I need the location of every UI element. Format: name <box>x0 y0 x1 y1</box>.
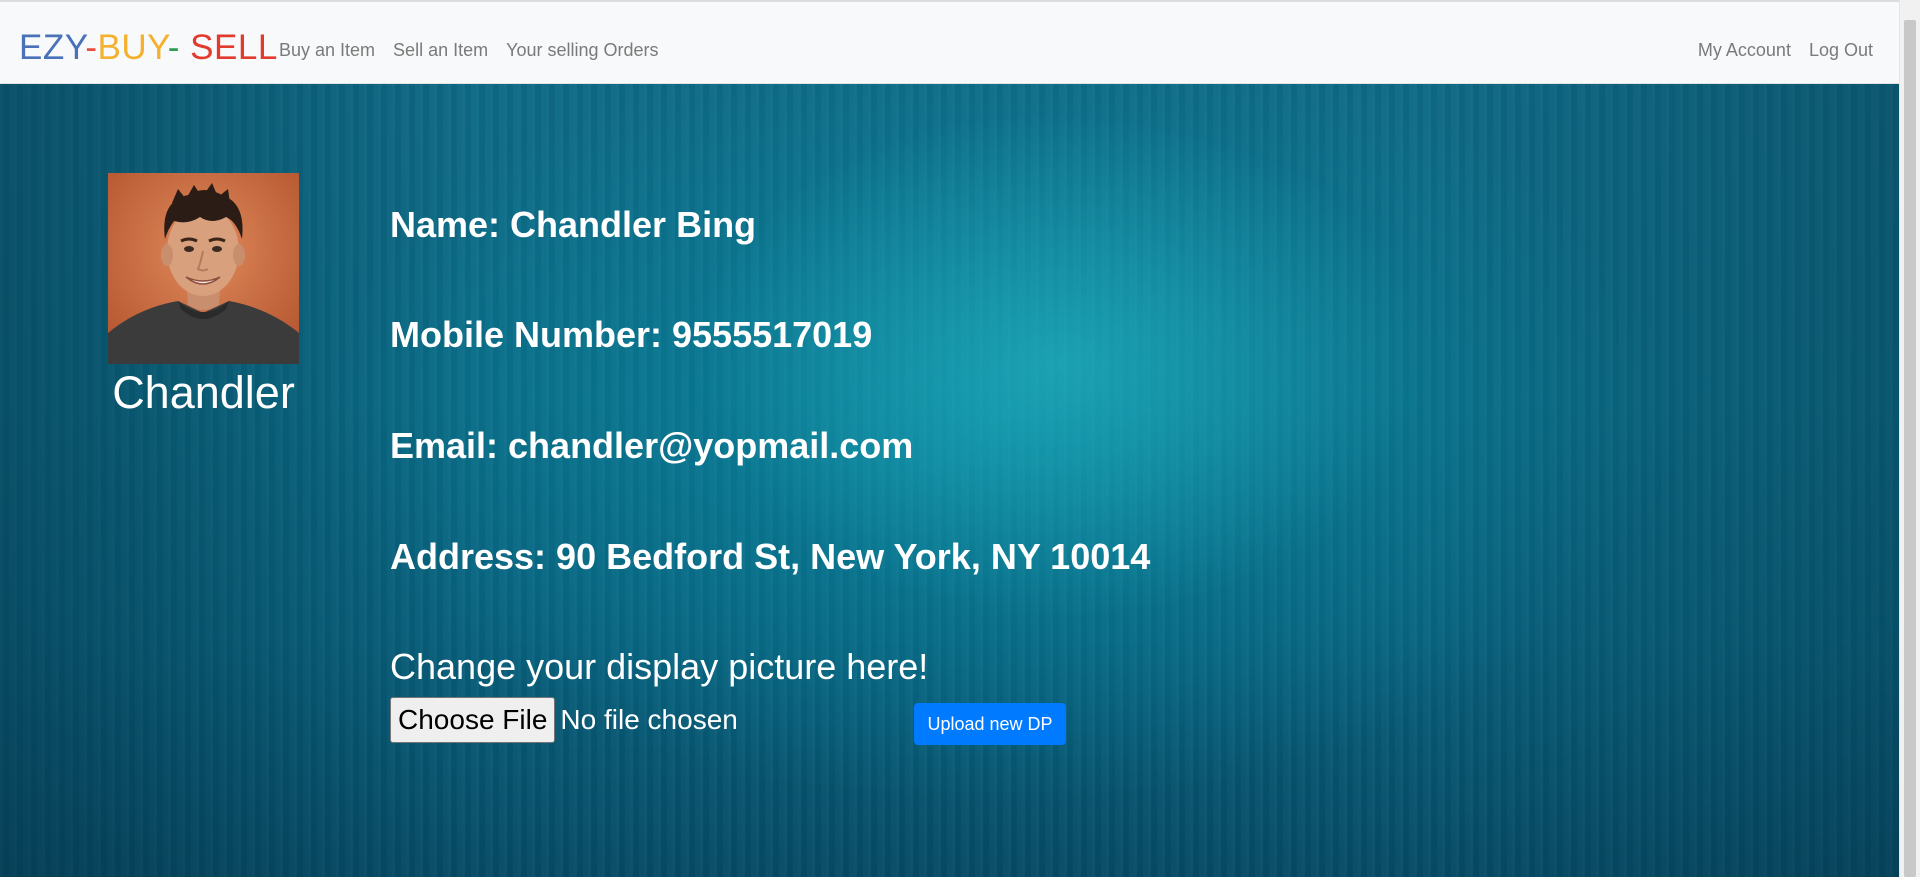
nav-link-selling-orders[interactable]: Your selling Orders <box>506 38 658 62</box>
user-photo-icon <box>108 173 299 364</box>
vertical-scrollbar[interactable] <box>1899 0 1920 877</box>
file-status-text: No file chosen <box>560 704 738 735</box>
brand-part-buy: BUY <box>97 28 168 67</box>
nav-link-sell-item[interactable]: Sell an Item <box>393 38 488 62</box>
file-input: Choose File No file chosen <box>390 697 738 743</box>
profile-name-line: Name: Chandler Bing <box>390 204 757 245</box>
nav-left-links: Buy an Item Sell an Item Your selling Or… <box>279 38 659 62</box>
top-navbar: EZY-BUY- SELL Buy an Item Sell an Item Y… <box>0 0 1899 84</box>
profile-mobile-line: Mobile Number: 9555517019 <box>390 314 873 355</box>
choose-file-button[interactable]: Choose File <box>390 697 556 743</box>
brand-logo[interactable]: EZY-BUY- SELL <box>19 26 278 70</box>
brand-part-ezy: EZY <box>19 28 86 67</box>
nav-link-buy-item[interactable]: Buy an Item <box>279 38 375 62</box>
brand-part-sell: SELL <box>179 28 278 67</box>
profile-address-line: Address: 90 Bedford St, New York, NY 100… <box>390 536 1151 577</box>
nav-right-links: My Account Log Out <box>1698 38 1873 62</box>
brand-separator: - <box>85 28 98 67</box>
profile-avatar <box>108 173 299 364</box>
profile-email-line: Email: chandler@yopmail.com <box>390 425 914 466</box>
upload-new-dp-button[interactable]: Upload new DP <box>914 703 1066 745</box>
profile-display-name: Chandler <box>112 367 295 418</box>
change-dp-heading: Change your display picture here! <box>390 646 929 687</box>
nav-link-my-account[interactable]: My Account <box>1698 38 1791 62</box>
scrollbar-thumb[interactable] <box>1904 20 1916 877</box>
nav-link-log-out[interactable]: Log Out <box>1809 38 1873 62</box>
brand-separator: - <box>167 28 180 67</box>
